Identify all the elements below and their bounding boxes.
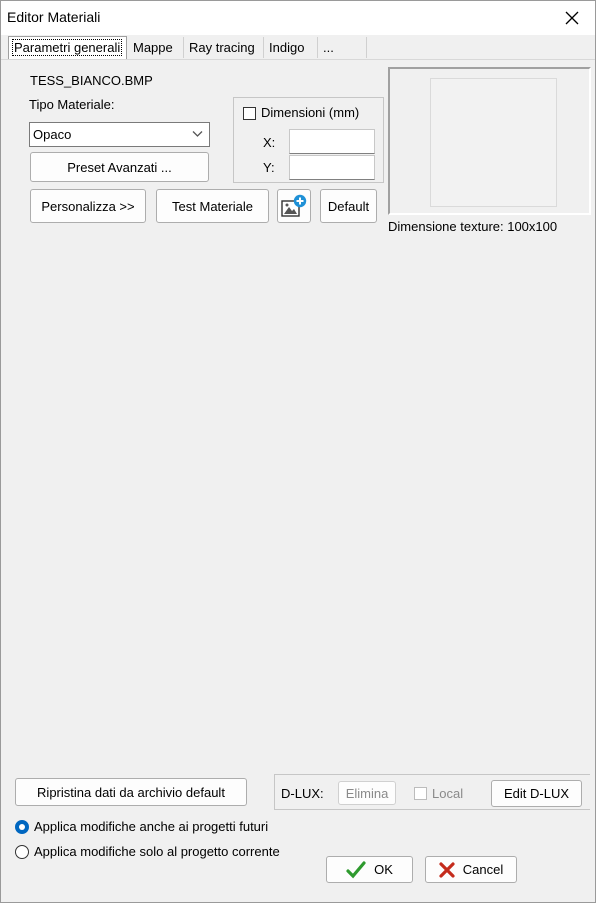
dlux-label: D-LUX: xyxy=(281,786,324,801)
preset-avanzati-button[interactable]: Preset Avanzati ... xyxy=(30,152,209,182)
tab-more[interactable]: ... xyxy=(319,37,367,58)
texture-preview xyxy=(388,67,591,215)
dimensions-label: Dimensioni (mm) xyxy=(261,105,360,120)
dlux-group: D-LUX: Elimina Local Edit D-LUX xyxy=(274,774,590,810)
tab-bar: Parametri generali Mappe Ray tracing Ind… xyxy=(1,36,595,59)
personalizza-button[interactable]: Personalizza >> xyxy=(30,189,146,223)
apply-current-radio[interactable] xyxy=(15,845,29,859)
close-icon xyxy=(565,11,579,25)
dimensions-group: Dimensioni (mm) X: Y: xyxy=(233,97,384,183)
ok-button[interactable]: OK xyxy=(326,856,413,883)
window-title: Editor Materiali xyxy=(7,9,101,25)
test-materiale-button[interactable]: Test Materiale xyxy=(156,189,269,223)
editor-window: Editor Materiali Parametri generali Mapp… xyxy=(0,0,596,903)
material-type-select[interactable]: Opaco xyxy=(29,122,210,147)
apply-future-label: Applica modifiche anche ai progetti futu… xyxy=(34,819,269,834)
dlux-delete-button[interactable]: Elimina xyxy=(338,781,396,805)
restore-default-button[interactable]: Ripristina dati da archivio default xyxy=(15,778,247,806)
default-button[interactable]: Default xyxy=(320,189,377,223)
close-button[interactable] xyxy=(549,1,595,35)
tab-divider xyxy=(1,59,595,60)
dimensions-checkbox[interactable] xyxy=(243,107,256,120)
title-bar: Editor Materiali xyxy=(1,1,595,35)
tab-mappe[interactable]: Mappe xyxy=(129,37,184,58)
cross-icon xyxy=(439,861,455,878)
texture-size-caption: Dimensione texture: 100x100 xyxy=(388,219,558,234)
tab-parametri-generali[interactable]: Parametri generali xyxy=(8,36,127,59)
checkmark-icon xyxy=(346,860,366,878)
chevron-down-icon xyxy=(192,131,203,137)
dimension-y-input[interactable] xyxy=(289,155,375,180)
ok-label: OK xyxy=(374,862,393,877)
texture-preview-image xyxy=(430,78,557,207)
edit-dlux-button[interactable]: Edit D-LUX xyxy=(491,780,582,807)
dimension-x-input[interactable] xyxy=(289,129,375,154)
add-image-button[interactable] xyxy=(277,189,311,223)
apply-panel: Applica modifiche anche ai progetti futu… xyxy=(1,812,595,902)
apply-future-radio[interactable] xyxy=(15,820,29,834)
texture-filename: TESS_BIANCO.BMP xyxy=(30,73,153,88)
x-label: X: xyxy=(263,135,276,150)
dlux-local-label: Local xyxy=(432,786,464,801)
y-label: Y: xyxy=(263,160,275,175)
tab-label: Parametri generali xyxy=(11,39,123,56)
image-add-icon xyxy=(281,194,307,217)
apply-current-label: Applica modifiche solo al progetto corre… xyxy=(34,844,280,859)
material-type-label: Tipo Materiale: xyxy=(29,97,115,112)
cancel-label: Cancel xyxy=(462,862,504,877)
tab-ray-tracing[interactable]: Ray tracing xyxy=(185,37,264,58)
tab-indigo[interactable]: Indigo xyxy=(265,37,318,58)
material-type-value: Opaco xyxy=(33,127,72,142)
cancel-button[interactable]: Cancel xyxy=(425,856,517,883)
dlux-local-checkbox[interactable] xyxy=(414,787,427,800)
